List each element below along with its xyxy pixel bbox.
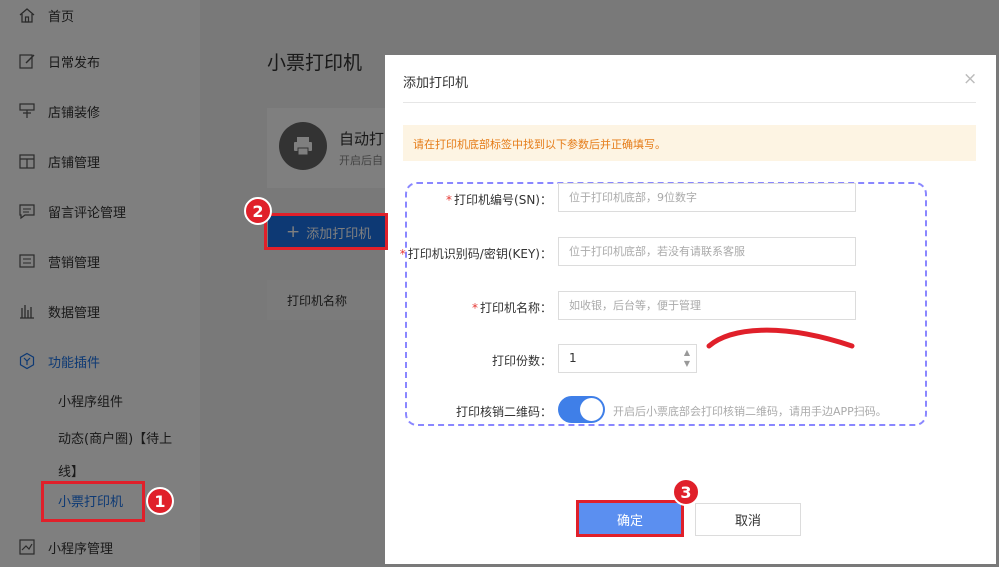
notice-text: 请在打印机底部标签中找到以下参数后并正确填写。 [413,138,666,151]
toggle-knob [580,398,603,421]
key-label: * 打印机识别码/密钥(KEY)： [400,245,552,262]
close-icon[interactable]: × [963,69,977,89]
key-label-text: 打印机识别码/密钥(KEY)： [407,247,552,261]
highlight-confirm [576,500,684,537]
sn-input[interactable]: 位于打印机底部，9位数字 [558,183,856,212]
copies-stepper[interactable]: 1 ▲ ▼ [558,344,697,373]
required-mark: * [471,301,478,315]
name-label-text: 打印机名称： [479,301,552,315]
key-input[interactable]: 位于打印机底部，若没有请联系客服 [558,237,856,266]
highlight-add-printer [264,213,388,250]
required-mark: * [399,247,406,261]
step-badge-1: 1 [146,487,174,515]
copies-value: 1 [569,351,577,365]
dialog-title: 添加打印机 [403,76,469,91]
step-badge-3: 3 [672,478,700,506]
qrcode-toggle[interactable] [558,396,605,423]
step-badge-2: 2 [244,197,272,225]
highlight-receipt-printer [41,481,145,522]
red-scribble-annotation [706,327,855,349]
qrcode-label: 打印核销二维码： [455,405,552,419]
notice-banner: 请在打印机底部标签中找到以下参数后并正确填写。 [403,125,976,161]
app: 首页 日常发布 店铺装修 店铺管理 留言评论管理 [0,0,999,567]
dialog-divider [403,102,976,103]
cancel-button[interactable]: 取消 [695,503,801,536]
name-input[interactable]: 如收银，后台等，便于管理 [558,291,856,320]
sn-label-text: 打印机编号(SN)： [454,193,552,207]
sn-label: * 打印机编号(SN)： [446,191,552,208]
stepper-arrows-icon[interactable]: ▲ ▼ [684,347,690,369]
copies-label: 打印份数： [491,354,552,368]
qrcode-hint: 开启后小票底部会打印核销二维码，请用手边APP扫码。 [613,405,887,418]
required-mark: * [446,193,453,207]
name-label: * 打印机名称： [472,299,552,316]
